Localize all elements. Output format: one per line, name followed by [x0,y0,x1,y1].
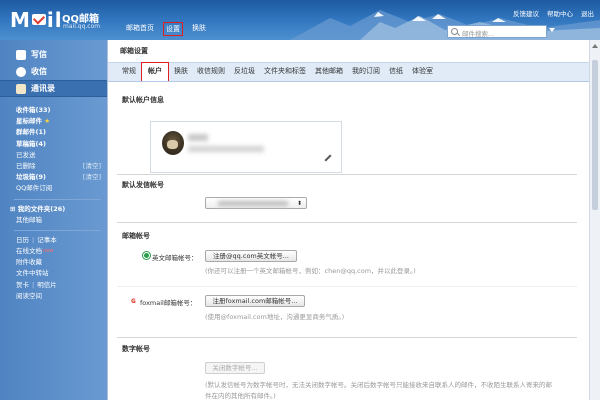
scroll-thumb[interactable] [592,60,598,210]
folder-subscriptions[interactable]: QQ邮件订阅 [0,183,107,194]
section-divider [117,286,577,287]
folder-starred[interactable]: 星标邮件 ★ [0,116,107,127]
register-foxmail-account-button[interactable]: 注册foxmail.com邮箱帐号... [205,295,305,307]
contacts-button[interactable]: 通讯录 [0,80,107,97]
attachment-collection-link[interactable]: 附件收藏 [0,257,107,268]
calendar-link[interactable]: 日历 [16,235,29,246]
inbox-label: 收信 [31,67,47,76]
folder-sent[interactable]: 已发送 [0,150,107,161]
header-bar: Mil QQ邮箱 mail.qq.com 邮箱首页 设置 换肤 反馈建议 帮助中… [0,0,600,40]
foxmail-account-label: foxmail邮箱帐号： [140,299,197,307]
logout-link[interactable]: 退出 [581,8,594,18]
english-account-hint: (你还可以注册一个英文邮箱帐号，例如：chen@qq.com，并以此登录。) [205,267,416,275]
envelope-icon [31,14,46,25]
contacts-label: 通讯录 [31,84,55,93]
english-account-label: 英文邮箱帐号： [152,254,198,262]
qq-icon [143,252,150,259]
tab-labs[interactable]: 体验室 [408,64,437,81]
search-placeholder: 邮件搜索... [462,30,495,38]
empty-spam-link[interactable]: [清空] [83,172,101,183]
section-divider [117,337,577,338]
inbox-button[interactable]: 收信 [0,63,107,80]
folder-list: 收件箱(33) 星标邮件 ★ 群邮件(1) 草稿箱(4) 已发送 已删除 [清空]… [0,105,107,195]
online-docs-link[interactable]: 在线文档new [0,246,107,257]
section-divider [117,222,577,223]
apps-row-calendar: 日历 | 记事本 [0,235,107,246]
compose-icon [16,49,26,60]
search-dropdown-icon[interactable] [549,28,555,32]
sidebar: 写信 收信 通讯录 收件箱(33) 星标邮件 ★ 群邮件(1) 草稿箱(4) 已… [0,40,107,400]
account-nickname-redacted [188,134,208,141]
nav-settings[interactable]: 设置 [163,22,183,36]
file-transfer-link[interactable]: 文件中转站 [0,268,107,279]
page-scrollbar[interactable] [589,40,600,400]
postcard-link[interactable]: 明信片 [37,280,57,291]
search-icon [451,28,458,35]
folder-group[interactable]: 群邮件(1) [0,127,107,138]
close-digital-account-button[interactable]: 关闭数字帐号... [205,362,265,374]
folder-inbox[interactable]: 收件箱(33) [0,105,107,116]
nav-home[interactable]: 邮箱首页 [124,22,156,36]
digital-account-hint-line1: (默认发信帐号为数字帐号时，无法关闭数字帐号。关闭后数字帐号只能接收来自联系人的… [205,381,553,389]
select-arrow-icon: ⬍ [296,200,302,207]
default-sender-select[interactable]: ⬍ [205,197,307,209]
empty-deleted-link[interactable]: [清空] [83,161,101,172]
top-links: 反馈建议 帮助中心 退出 [513,8,594,18]
feedback-link[interactable]: 反馈建议 [513,8,539,18]
default-account-heading: 默认帐户信息 [122,96,164,104]
logo-subtitle: mail.qq.com [63,23,101,30]
search-input[interactable]: 邮件搜索... [447,25,547,38]
settings-panel: 邮箱设置 常规 帐户 换肤 收信规则 反垃圾 文件夹和标签 其他邮箱 我的订阅 … [107,40,596,400]
sidebar-divider [14,198,101,200]
foxmail-icon: ɢ [131,296,137,305]
tab-receive-rules[interactable]: 收信规则 [193,64,229,81]
my-folders[interactable]: ⊞ 我的文件夹(26) [0,204,107,215]
tab-other-mailbox[interactable]: 其他邮箱 [311,64,347,81]
tab-folders-labels[interactable]: 文件夹和标签 [260,64,310,81]
nav-skin[interactable]: 换肤 [190,22,208,36]
contacts-icon [16,83,26,94]
tab-subscriptions[interactable]: 我的订阅 [348,64,384,81]
default-sender-heading: 默认发信帐号 [122,181,164,189]
compose-label: 写信 [31,50,47,59]
mail-account-heading: 邮箱帐号 [122,232,150,240]
greeting-card-link[interactable]: 贺卡 [16,280,29,291]
tab-account[interactable]: 帐户 [141,62,169,81]
apps-row-cards: 贺卡 | 明信片 [0,280,107,291]
reading-space-link[interactable]: 阅读空间 [0,291,107,302]
sender-value-redacted [218,201,288,206]
tab-stationery[interactable]: 信纸 [385,64,407,81]
register-english-account-button[interactable]: 注册@qq.com英文帐号... [205,250,297,262]
digital-account-hint-line2: 件在内的其他所有邮件。) [205,392,276,400]
inbox-icon [16,66,26,77]
digital-account-heading: 数字帐号 [122,345,150,353]
help-link[interactable]: 帮助中心 [547,8,573,18]
top-nav: 邮箱首页 设置 换肤 [124,22,208,36]
scroll-up-icon[interactable] [592,44,598,48]
tab-antispam[interactable]: 反垃圾 [230,64,259,81]
compose-button[interactable]: 写信 [0,46,107,63]
account-email-redacted [188,146,264,152]
star-icon: ★ [44,117,51,126]
folder-deleted[interactable]: 已删除 [清空] [0,161,107,172]
folder-drafts[interactable]: 草稿箱(4) [0,139,107,150]
foxmail-account-hint: (使用@foxmail.com地址，沟通更显商务气质。) [205,313,345,321]
folder-spam[interactable]: 垃圾箱(9) [清空] [0,172,107,183]
new-badge-icon: new [43,248,54,255]
other-mailbox[interactable]: 其他邮箱 [0,215,107,226]
avatar[interactable] [162,131,184,155]
mail-logo[interactable]: Mil [10,8,63,32]
page-title: 邮箱设置 [108,40,595,62]
section-divider [117,174,577,175]
notepad-link[interactable]: 记事本 [37,235,57,246]
settings-tabs: 常规 帐户 换肤 收信规则 反垃圾 文件夹和标签 其他邮箱 我的订阅 信纸 体验… [108,62,596,82]
tab-general[interactable]: 常规 [118,64,140,81]
sidebar-divider [14,229,101,231]
tab-skin[interactable]: 换肤 [170,64,192,81]
